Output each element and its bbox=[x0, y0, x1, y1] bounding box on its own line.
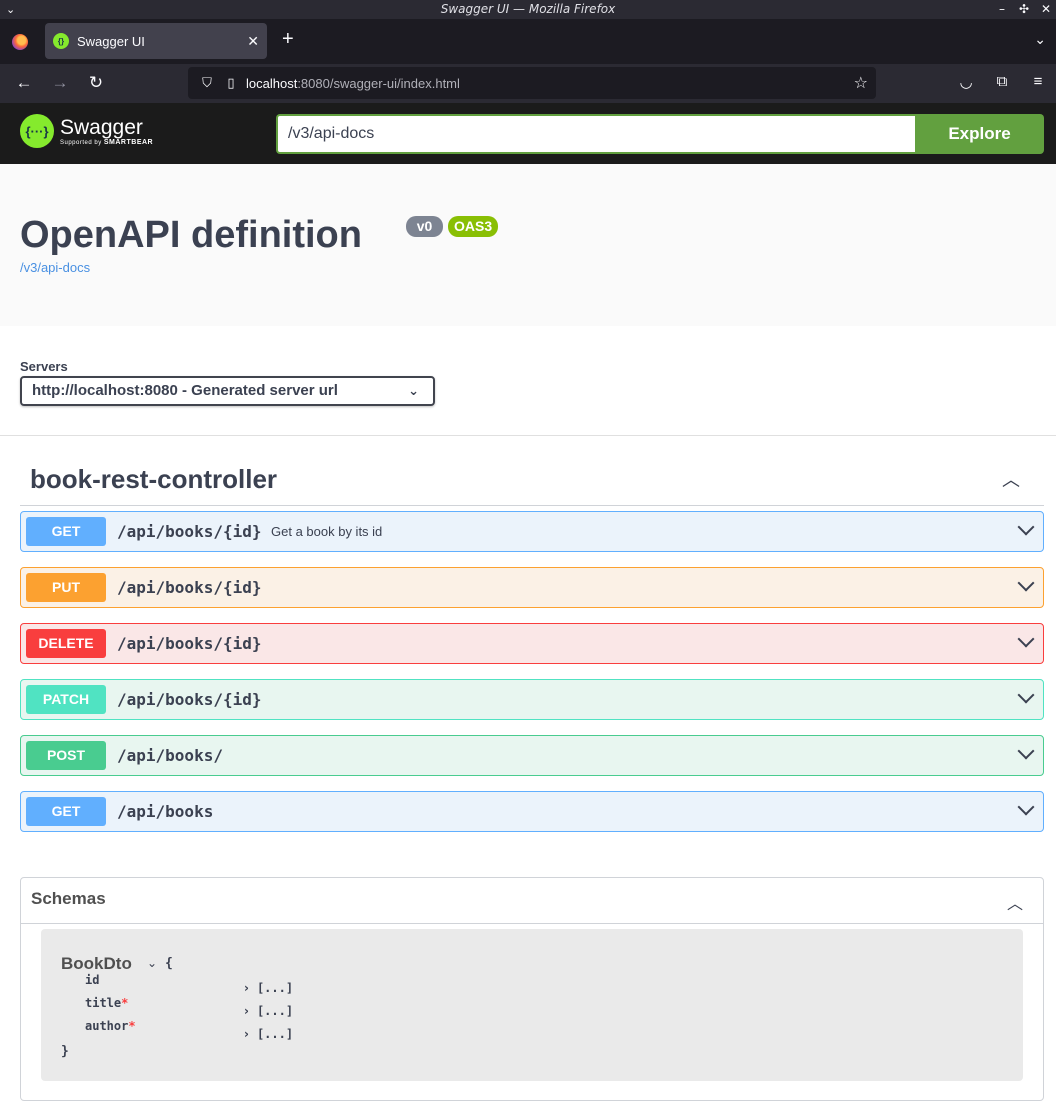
method-badge: PUT bbox=[26, 573, 106, 602]
chevron-down-icon[interactable]: ⌄ bbox=[147, 956, 157, 970]
swagger-logo[interactable]: {···} Swagger Supported by SMARTBEAR bbox=[20, 114, 153, 148]
operation-patch-book[interactable]: PATCH /api/books/{id} bbox=[20, 679, 1044, 720]
bookmark-star-icon[interactable]: ☆ bbox=[854, 73, 868, 93]
minimize-icon[interactable]: – bbox=[996, 0, 1008, 19]
operation-put-book[interactable]: PUT /api/books/{id} bbox=[20, 567, 1044, 608]
method-badge: PATCH bbox=[26, 685, 106, 714]
pocket-icon[interactable]: ◡ bbox=[948, 73, 984, 91]
logo-brand: SMARTBEAR bbox=[103, 138, 154, 146]
operation-get-books[interactable]: GET /api/books bbox=[20, 791, 1044, 832]
chevron-right-icon: › bbox=[244, 1004, 249, 1018]
servers-label: Servers bbox=[20, 359, 68, 374]
window-menu-icon[interactable]: ⌄ bbox=[6, 0, 15, 19]
servers-select[interactable]: http://localhost:8080 - Generated server… bbox=[20, 376, 435, 406]
chevron-right-icon: › bbox=[244, 1027, 249, 1041]
close-window-icon[interactable]: ✕ bbox=[1040, 0, 1052, 19]
property-value[interactable]: › [...] bbox=[244, 981, 293, 995]
chevron-up-icon[interactable]: ︿ bbox=[1002, 466, 1020, 492]
info-section: OpenAPI definition v0 OAS3 /v3/api-docs bbox=[0, 164, 1056, 326]
back-icon[interactable]: ← bbox=[14, 73, 34, 93]
operation-delete-book[interactable]: DELETE /api/books/{id} bbox=[20, 623, 1044, 664]
browser-tab[interactable]: {} Swagger UI ✕ bbox=[45, 23, 267, 59]
chevron-down-icon[interactable] bbox=[1017, 576, 1037, 596]
tab-strip: {} Swagger UI ✕ + ⌄ bbox=[0, 19, 1056, 64]
operation-path: /api/books bbox=[117, 802, 214, 821]
version-badge: v0 bbox=[406, 216, 443, 237]
property-value[interactable]: › [...] bbox=[244, 1027, 293, 1041]
operation-path: /api/books/ bbox=[117, 746, 223, 765]
tab-title: Swagger UI bbox=[77, 33, 145, 49]
window-titlebar: ⌄ Swagger UI — Mozilla Firefox – ✣ ✕ bbox=[0, 0, 1056, 19]
model-open-brace: { bbox=[165, 956, 173, 971]
url-host: localhost bbox=[246, 75, 298, 91]
api-url-input[interactable]: /v3/api-docs bbox=[276, 114, 915, 154]
schemas-section: Schemas ︿ BookDto ⌄ { id › [...] title* ›… bbox=[20, 877, 1044, 1101]
chevron-down-icon: ⌄ bbox=[408, 383, 419, 398]
page-title: OpenAPI definition bbox=[20, 214, 362, 256]
chevron-down-icon[interactable] bbox=[1017, 800, 1037, 820]
chevron-down-icon[interactable] bbox=[1017, 688, 1037, 708]
operation-get-book-by-id[interactable]: GET /api/books/{id} Get a book by its id bbox=[20, 511, 1044, 552]
chevron-down-icon[interactable] bbox=[1017, 744, 1037, 764]
url-path: :8080/swagger-ui/index.html bbox=[297, 75, 460, 91]
spec-link[interactable]: /v3/api-docs bbox=[20, 260, 90, 275]
operation-path: /api/books/{id} bbox=[117, 634, 262, 653]
servers-selected-value: http://localhost:8080 - Generated server… bbox=[32, 382, 338, 399]
required-marker: * bbox=[121, 996, 129, 1010]
forward-icon[interactable]: → bbox=[50, 73, 70, 93]
url-bar[interactable]: ⛉ ▯ localhost:8080/swagger-ui/index.html… bbox=[188, 67, 876, 99]
tab-close-icon[interactable]: ✕ bbox=[247, 33, 259, 50]
tag-header[interactable]: book-rest-controller ︿ bbox=[20, 452, 1044, 506]
firefox-icon[interactable] bbox=[12, 33, 28, 50]
schemas-header[interactable]: Schemas ︿ bbox=[21, 878, 1043, 924]
shield-icon[interactable]: ⛉ bbox=[198, 75, 216, 91]
method-badge: GET bbox=[26, 797, 106, 826]
property-name: title* bbox=[85, 996, 129, 1010]
chevron-up-icon[interactable]: ︿ bbox=[1007, 890, 1023, 914]
method-badge: GET bbox=[26, 517, 106, 546]
oas-badge: OAS3 bbox=[448, 216, 498, 237]
servers-section: Servers http://localhost:8080 - Generate… bbox=[0, 326, 1056, 436]
required-marker: * bbox=[128, 1019, 136, 1033]
method-badge: POST bbox=[26, 741, 106, 770]
swagger-logo-icon: {···} bbox=[20, 114, 54, 148]
window-title: Swagger UI — Mozilla Firefox bbox=[440, 2, 616, 16]
operation-summary: Get a book by its id bbox=[271, 524, 383, 539]
swagger-favicon-icon: {} bbox=[53, 33, 69, 49]
operation-path: /api/books/{id} bbox=[117, 522, 262, 541]
reload-icon[interactable]: ↻ bbox=[86, 73, 106, 93]
extensions-icon[interactable]: ⧉ bbox=[984, 73, 1020, 91]
page-icon[interactable]: ▯ bbox=[222, 75, 240, 91]
tag-section: book-rest-controller ︿ bbox=[20, 452, 1044, 506]
maximize-icon[interactable]: ✣ bbox=[1018, 0, 1030, 19]
model-close-brace: } bbox=[61, 1044, 69, 1059]
swagger-topbar: {···} Swagger Supported by SMARTBEAR /v3… bbox=[0, 103, 1056, 164]
property-name: author* bbox=[85, 1019, 136, 1033]
model-bookdto: BookDto ⌄ { id › [...] title* › [...] auth… bbox=[41, 929, 1023, 1081]
chevron-down-icon[interactable] bbox=[1017, 520, 1037, 540]
operation-path: /api/books/{id} bbox=[117, 578, 262, 597]
property-name: id bbox=[85, 973, 100, 987]
chevron-right-icon: › bbox=[244, 981, 249, 995]
schemas-title: Schemas bbox=[31, 889, 106, 908]
new-tab-icon[interactable]: + bbox=[282, 29, 294, 49]
logo-sub: Supported by bbox=[60, 139, 102, 146]
property-value[interactable]: › [...] bbox=[244, 1004, 293, 1018]
logo-name: Swagger bbox=[60, 115, 143, 139]
explore-button[interactable]: Explore bbox=[915, 114, 1044, 154]
list-tabs-icon[interactable]: ⌄ bbox=[1034, 31, 1046, 48]
chevron-down-icon[interactable] bbox=[1017, 632, 1037, 652]
menu-icon[interactable]: ≡ bbox=[1020, 73, 1056, 91]
nav-bar: ← → ↻ ⛉ ▯ localhost:8080/swagger-ui/inde… bbox=[0, 64, 1056, 103]
method-badge: DELETE bbox=[26, 629, 106, 658]
model-name[interactable]: BookDto bbox=[61, 954, 132, 974]
tag-name: book-rest-controller bbox=[30, 464, 278, 494]
operation-path: /api/books/{id} bbox=[117, 690, 262, 709]
operation-post-book[interactable]: POST /api/books/ bbox=[20, 735, 1044, 776]
